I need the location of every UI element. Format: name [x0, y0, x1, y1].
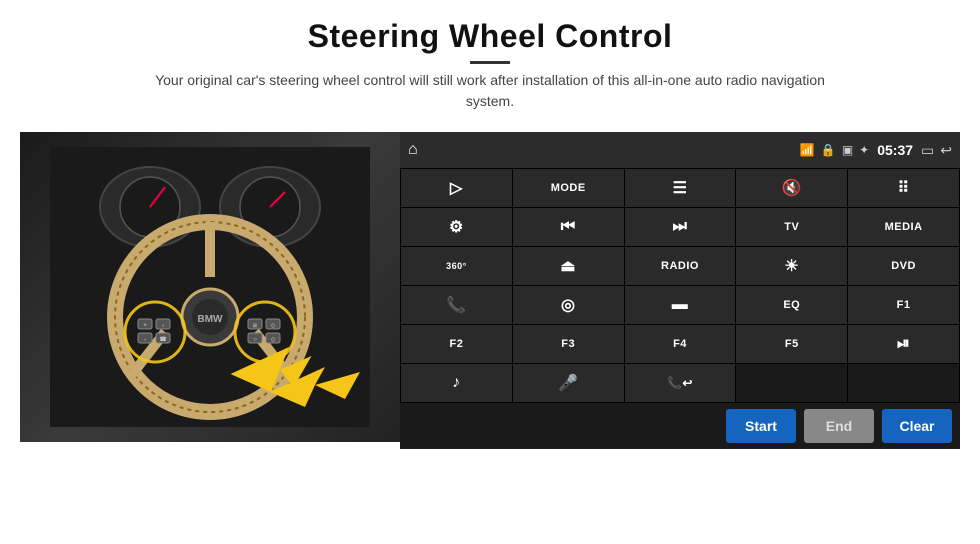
svg-text:+: + — [143, 323, 147, 329]
title-divider — [470, 61, 510, 64]
grid-btn-next[interactable]: ⏭ — [625, 208, 736, 246]
svg-text:○: ○ — [253, 337, 257, 343]
screen-icon: ▭ — [921, 142, 934, 159]
grid-btn-apps[interactable]: ⠿ — [848, 169, 959, 207]
head-unit-panel: ⌂ 📶 🔒 ▣ ✦ 05:37 ▭ ↩ ▷ MODE ☰ — [400, 132, 960, 449]
svg-text:-: - — [144, 337, 146, 343]
steering-wheel-image: BMW + ♪ - ☎ — [20, 132, 400, 442]
grid-btn-empty2 — [848, 364, 959, 402]
grid-btn-dvd[interactable]: DVD — [848, 247, 959, 285]
steering-wheel-svg: BMW + ♪ - ☎ — [50, 147, 370, 427]
grid-btn-360[interactable]: 360° — [401, 247, 512, 285]
wifi-icon: 📶 — [800, 143, 815, 157]
title-section: Steering Wheel Control Your original car… — [140, 18, 840, 126]
grid-btn-music[interactable]: ♪ — [401, 364, 512, 402]
bottom-bar: Start End Clear — [400, 403, 960, 449]
grid-btn-eq[interactable]: EQ — [736, 286, 847, 324]
grid-btn-f3[interactable]: F3 — [513, 325, 624, 363]
grid-btn-f2[interactable]: F2 — [401, 325, 512, 363]
grid-btn-list[interactable]: ☰ — [625, 169, 736, 207]
grid-btn-phone[interactable]: 📞 — [401, 286, 512, 324]
back-icon[interactable]: ↩ — [940, 142, 952, 159]
svg-text:◇: ◇ — [271, 337, 276, 343]
grid-btn-play-pause[interactable]: ⏯ — [848, 325, 959, 363]
grid-btn-navigate[interactable]: ▷ — [401, 169, 512, 207]
button-grid: ▷ MODE ☰ 🔇 ⠿ ⚙ ⏮ ⏭ TV MEDIA 360° ⏏ RADIO… — [400, 168, 960, 403]
grid-btn-nav[interactable]: ◎ — [513, 286, 624, 324]
grid-btn-mode[interactable]: MODE — [513, 169, 624, 207]
grid-btn-brightness[interactable]: ☀ — [736, 247, 847, 285]
subtitle: Your original car's steering wheel contr… — [140, 70, 840, 112]
svg-text:⊞: ⊞ — [253, 323, 257, 329]
grid-btn-f4[interactable]: F4 — [625, 325, 736, 363]
svg-text:BMW: BMW — [198, 314, 224, 325]
page-title: Steering Wheel Control — [140, 18, 840, 55]
home-icon[interactable]: ⌂ — [408, 141, 418, 159]
status-icons: 📶 🔒 ▣ ✦ — [800, 143, 869, 157]
grid-btn-eject[interactable]: ⏏ — [513, 247, 624, 285]
content-area: BMW + ♪ - ☎ — [20, 132, 960, 449]
page-container: Steering Wheel Control Your original car… — [0, 0, 980, 544]
sim-icon: ▣ — [842, 143, 853, 157]
grid-btn-call[interactable]: 📞↩ — [625, 364, 736, 402]
grid-btn-empty1 — [736, 364, 847, 402]
grid-btn-prev[interactable]: ⏮ — [513, 208, 624, 246]
grid-btn-dash[interactable]: ▬ — [625, 286, 736, 324]
lock-icon: 🔒 — [821, 143, 836, 157]
svg-text:◇: ◇ — [271, 323, 276, 329]
bluetooth-icon: ✦ — [859, 143, 869, 157]
grid-btn-mic[interactable]: 🎤 — [513, 364, 624, 402]
clear-button[interactable]: Clear — [882, 409, 952, 443]
start-button[interactable]: Start — [726, 409, 796, 443]
grid-btn-settings[interactable]: ⚙ — [401, 208, 512, 246]
steering-wheel-area: BMW + ♪ - ☎ — [20, 132, 400, 442]
grid-btn-f5[interactable]: F5 — [736, 325, 847, 363]
svg-text:☎: ☎ — [159, 336, 167, 343]
grid-btn-radio[interactable]: RADIO — [625, 247, 736, 285]
status-right-icons: ▭ ↩ — [921, 142, 952, 159]
grid-btn-mute[interactable]: 🔇 — [736, 169, 847, 207]
status-bar: ⌂ 📶 🔒 ▣ ✦ 05:37 ▭ ↩ — [400, 132, 960, 168]
status-time: 05:37 — [877, 142, 913, 158]
end-button[interactable]: End — [804, 409, 874, 443]
grid-btn-f1[interactable]: F1 — [848, 286, 959, 324]
grid-btn-media[interactable]: MEDIA — [848, 208, 959, 246]
grid-btn-tv[interactable]: TV — [736, 208, 847, 246]
